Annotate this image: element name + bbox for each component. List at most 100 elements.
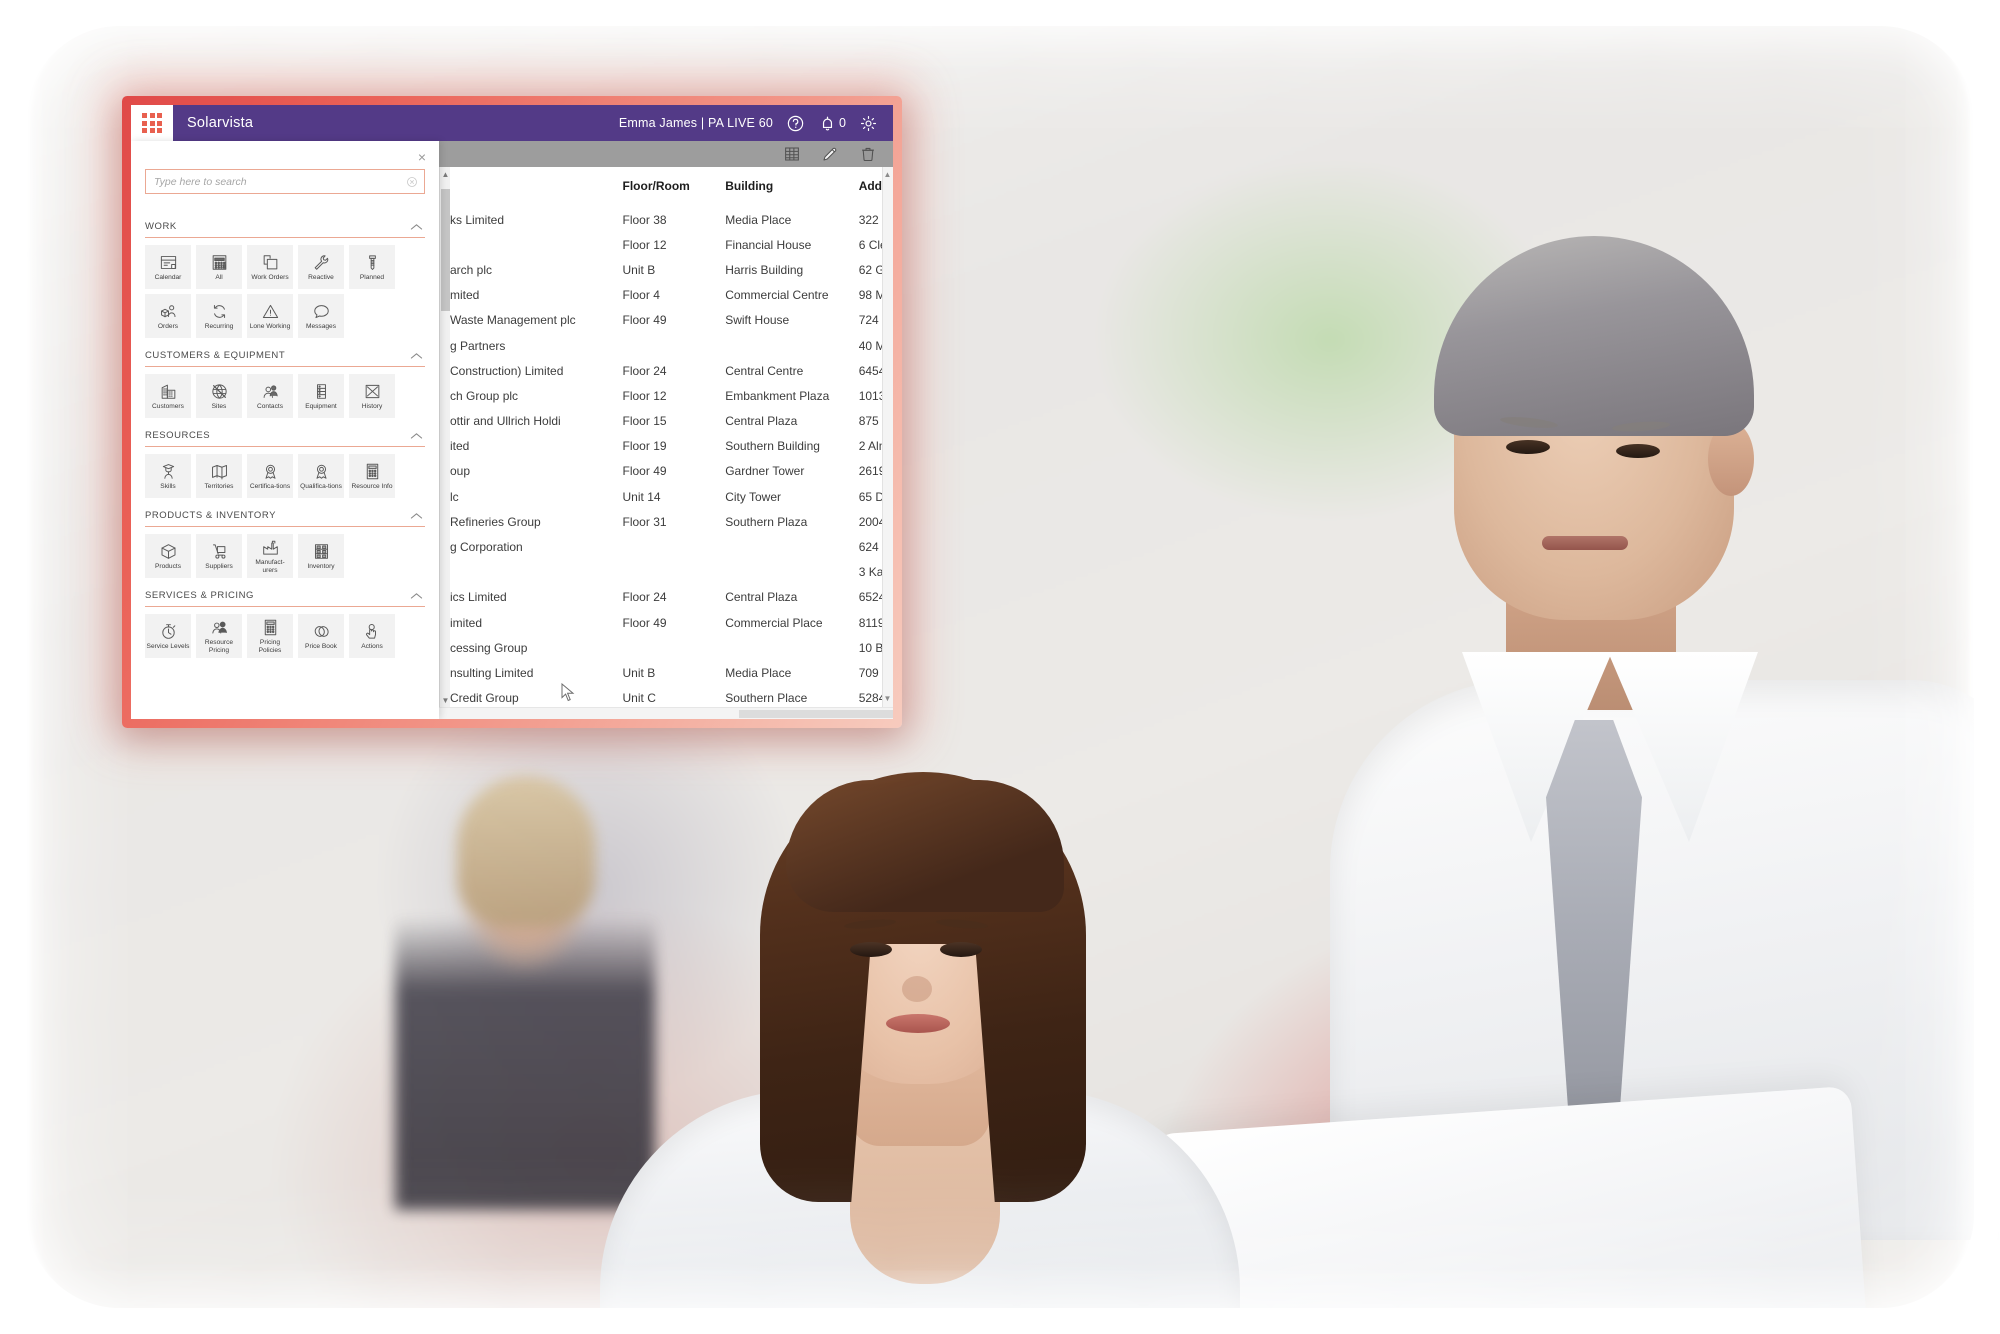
table-row[interactable]: itedFloor 19Southern Building2 Almo Driv… bbox=[450, 434, 893, 459]
nav-tile-pricing-policies[interactable]: Pricing Policies bbox=[247, 614, 293, 658]
trash-icon[interactable] bbox=[859, 145, 877, 163]
chevron-up-icon[interactable] bbox=[410, 223, 423, 231]
chevron-up-icon[interactable] bbox=[410, 592, 423, 600]
nav-tile-label: Work Orders bbox=[251, 273, 289, 281]
nav-tile-recurring[interactable]: Recurring bbox=[196, 294, 242, 338]
table-row[interactable]: g Partners40 Merchant Crossing, Bridgw bbox=[450, 333, 893, 358]
table-row[interactable]: ottir and Ullrich Holdi Floor 15 Central P… bbox=[450, 409, 893, 434]
nav-section-services-pricing: SERVICES & PRICING Service Levels Resource… bbox=[145, 578, 425, 658]
table-row[interactable]: nsulting LimitedUnit BMedia Place709 Sha… bbox=[450, 660, 893, 685]
nav-tile-resource-pricing[interactable]: Resource Pricing bbox=[196, 614, 242, 658]
notifications[interactable]: 0 bbox=[818, 114, 846, 133]
nav-tile-work-orders[interactable]: Work Orders bbox=[247, 245, 293, 289]
nav-tile-contacts[interactable]: Contacts bbox=[247, 374, 293, 418]
nav-tile-reactive[interactable]: Reactive bbox=[298, 245, 344, 289]
search-input[interactable] bbox=[154, 175, 406, 188]
hscroll-thumb[interactable] bbox=[739, 710, 893, 718]
gear-icon[interactable] bbox=[859, 114, 878, 133]
notification-count: 0 bbox=[839, 116, 846, 130]
cell-customer: lc bbox=[450, 489, 459, 504]
scroll-down-arrow-icon[interactable]: ▼ bbox=[440, 695, 451, 707]
cell-floor: Floor 12 bbox=[622, 237, 667, 252]
table-row[interactable]: arch plcUnit BHarris Building62 Grim All… bbox=[450, 257, 893, 282]
table-row[interactable]: Refineries Group Floor 31 Southern Plaza 20… bbox=[450, 509, 893, 534]
scroll-up-arrow-icon[interactable]: ▲ bbox=[882, 169, 893, 181]
nav-section-header[interactable]: SERVICES & PRICING bbox=[145, 578, 425, 607]
column-header-building[interactable]: Building bbox=[725, 167, 858, 207]
grid-vertical-scrollbar-right[interactable]: ▲ ▼ bbox=[882, 167, 893, 707]
people-icon bbox=[261, 382, 280, 401]
nav-tile-sites[interactable]: Sites bbox=[196, 374, 242, 418]
table-row[interactable]: ks LimitedFloor 38Media Place322 Shopko … bbox=[450, 207, 893, 232]
table-row[interactable]: cessing Group10 Brentwood Plaza, Alton, … bbox=[450, 635, 893, 660]
nav-tile-label: Certifica-​tions bbox=[249, 482, 291, 490]
nav-tile-label: Messages bbox=[305, 322, 337, 330]
scroll-down-arrow-icon[interactable]: ▼ bbox=[882, 693, 893, 705]
bell-icon[interactable] bbox=[818, 114, 837, 133]
nav-tile-service-levels[interactable]: Service Levels bbox=[145, 614, 191, 658]
nav-tile-resource-info[interactable]: Resource Info bbox=[349, 454, 395, 498]
scroll-thumb[interactable] bbox=[441, 189, 450, 311]
nav-tile-skills[interactable]: Skills bbox=[145, 454, 191, 498]
table-row[interactable]: lcUnit 14City Tower65 Darwin Road, Edinb… bbox=[450, 484, 893, 509]
nav-tile-equipment[interactable]: Equipment bbox=[298, 374, 344, 418]
app-title: Solarvista bbox=[187, 115, 254, 131]
table-row[interactable]: g Corporation624 Sutherland Crossing, He… bbox=[450, 534, 893, 559]
nav-section-header[interactable]: WORK bbox=[145, 209, 425, 238]
certificate-rosette-icon bbox=[261, 462, 280, 481]
nav-tile-inventory[interactable]: Inventory bbox=[298, 534, 344, 578]
table-grid-icon[interactable] bbox=[783, 145, 801, 163]
grid-vertical-scrollbar-left[interactable]: ▲ ▼ bbox=[439, 167, 450, 707]
nav-tile-history[interactable]: History bbox=[349, 374, 395, 418]
chevron-up-icon[interactable] bbox=[410, 352, 423, 360]
help-circle-icon[interactable] bbox=[786, 114, 805, 133]
server-rack-icon bbox=[312, 382, 331, 401]
cell-floor: Floor 12 bbox=[622, 388, 667, 403]
nav-tile-actions[interactable]: Actions bbox=[349, 614, 395, 658]
nav-section-header[interactable]: RESOURCES bbox=[145, 418, 425, 447]
table-row[interactable]: mitedFloor 4Commercial Centre98 Moland T… bbox=[450, 283, 893, 308]
nav-tile-calendar[interactable]: Calendar bbox=[145, 245, 191, 289]
table-row[interactable]: ics LimitedFloor 24Central Plaza65243 Ho… bbox=[450, 585, 893, 610]
work-orders-icon bbox=[261, 253, 280, 272]
table-row[interactable]: oupFloor 49Gardner Tower2619 Gerald Lane… bbox=[450, 459, 893, 484]
nav-section-header[interactable]: CUSTOMERS & EQUIPMENT bbox=[145, 338, 425, 367]
table-row[interactable]: Waste Management plc Floor 49 Swift House 7… bbox=[450, 308, 893, 333]
table-row[interactable]: Construction) Limited Floor 24 Central Cen… bbox=[450, 358, 893, 383]
chevron-up-icon[interactable] bbox=[410, 512, 423, 520]
table-row[interactable]: 3 Katie Road, Stoke-On-Trent, bbox=[450, 560, 893, 585]
app-grid-icon[interactable] bbox=[131, 105, 173, 141]
cell-customer: g Corporation bbox=[450, 540, 523, 555]
nav-tile-label: Sites bbox=[211, 402, 227, 410]
nav-tile-label: Inventory bbox=[307, 562, 335, 570]
nav-tile-messages[interactable]: Messages bbox=[298, 294, 344, 338]
nav-tile-planned[interactable]: Planned bbox=[349, 245, 395, 289]
clear-circle-icon[interactable] bbox=[406, 176, 418, 188]
nav-tile-territories[interactable]: Territories bbox=[196, 454, 242, 498]
search-box[interactable] bbox=[145, 169, 425, 194]
nav-tile-price-book[interactable]: Price Book bbox=[298, 614, 344, 658]
nav-tile-label: Qualifica-​tions bbox=[300, 482, 342, 490]
nav-tile-all[interactable]: All bbox=[196, 245, 242, 289]
nav-tile-qualifica-tions[interactable]: Qualifica-​tions bbox=[298, 454, 344, 498]
table-row[interactable]: imitedFloor 49Commercial Place81192 Prai… bbox=[450, 610, 893, 635]
nav-tile-customers[interactable]: Customers bbox=[145, 374, 191, 418]
nav-tile-label: Contacts bbox=[256, 402, 284, 410]
grid-horizontal-scrollbar[interactable] bbox=[439, 707, 893, 719]
nav-tile-manufact-urers[interactable]: Manufact-​urers bbox=[247, 534, 293, 578]
nav-section-header[interactable]: PRODUCTS & INVENTORY bbox=[145, 498, 425, 527]
table-row[interactable]: ch Group plc Floor 12 Embankment Plaza 1013… bbox=[450, 383, 893, 408]
column-header-customer[interactable] bbox=[450, 167, 623, 207]
nav-tile-products[interactable]: Products bbox=[145, 534, 191, 578]
close-icon[interactable]: × bbox=[414, 149, 430, 165]
scroll-up-arrow-icon[interactable]: ▲ bbox=[440, 169, 451, 181]
nav-tile-certifica-tions[interactable]: Certifica-​tions bbox=[247, 454, 293, 498]
nav-tile-suppliers[interactable]: Suppliers bbox=[196, 534, 242, 578]
chevron-up-icon[interactable] bbox=[410, 432, 423, 440]
column-header-floor[interactable]: Floor/Room bbox=[623, 167, 726, 207]
nav-tile-orders[interactable]: Orders bbox=[145, 294, 191, 338]
table-row[interactable]: Floor 12Financial House6 Clemons Plaza, … bbox=[450, 232, 893, 257]
nav-tile-lone-working[interactable]: Lone Working bbox=[247, 294, 293, 338]
pencil-icon[interactable] bbox=[821, 145, 839, 163]
man-mouth bbox=[1542, 536, 1628, 550]
